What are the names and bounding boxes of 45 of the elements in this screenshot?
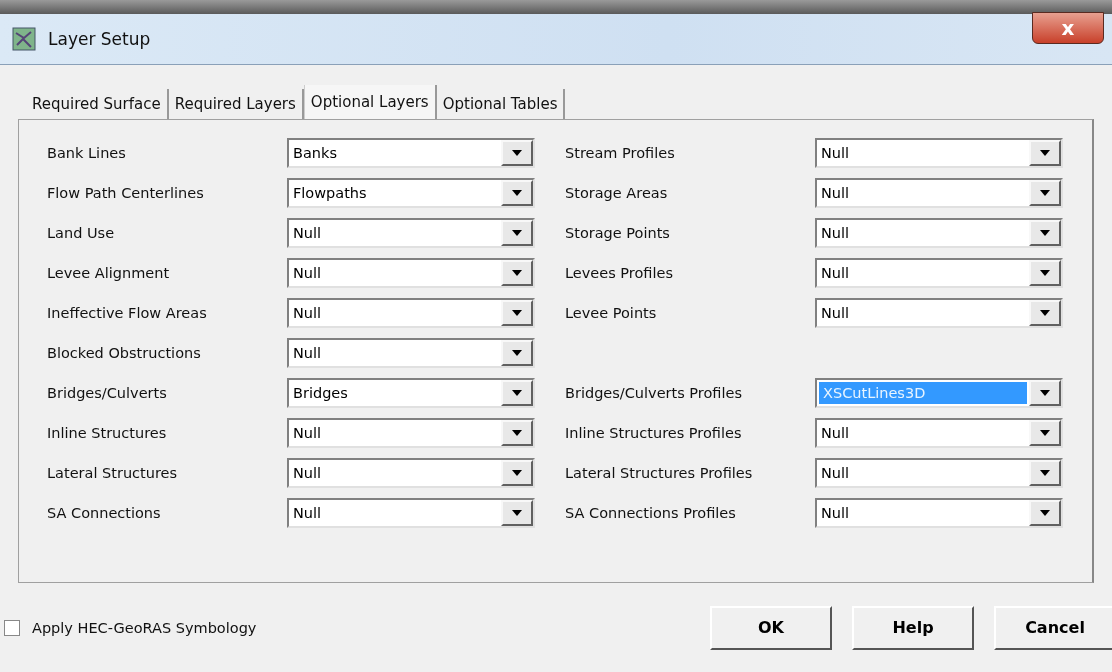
field-label: Levee Points: [565, 305, 658, 321]
dropdown[interactable]: Null: [815, 178, 1063, 208]
dropdown[interactable]: Null: [815, 458, 1063, 488]
dropdown[interactable]: Null: [815, 218, 1063, 248]
dialog-button[interactable]: Cancel: [994, 605, 1112, 650]
dialog-button[interactable]: OK: [710, 605, 832, 650]
tab[interactable]: Optional Layers: [303, 85, 437, 119]
dropdown[interactable]: Null: [815, 418, 1063, 448]
field-label: Bank Lines: [47, 145, 127, 161]
field-label: Storage Points: [565, 225, 671, 241]
checkbox-label: Apply HEC-GeoRAS Symbology: [32, 619, 257, 636]
field-label: Stream Profiles: [565, 145, 676, 161]
field-label: Blocked Obstructions: [47, 345, 202, 361]
dialog-button[interactable]: Help: [852, 605, 974, 650]
dropdown[interactable]: Null: [815, 298, 1063, 328]
field-label: Flow Path Centerlines: [47, 185, 205, 201]
field-label: SA Connections Profiles: [565, 505, 737, 521]
window-title: Layer Setup: [48, 29, 152, 49]
field-label: Bridges/Culverts: [47, 385, 168, 401]
dropdown[interactable]: Null: [287, 458, 535, 488]
app-icon: [12, 27, 36, 51]
field-label: Ineffective Flow Areas: [47, 305, 208, 321]
dropdown[interactable]: Null: [287, 418, 535, 448]
field-label: Inline Structures Profiles: [565, 425, 743, 441]
checkbox[interactable]: [4, 619, 20, 636]
dropdown[interactable]: Null: [287, 258, 535, 288]
field-label: SA Connections: [47, 505, 162, 521]
field-label: Levee Alignment: [47, 265, 171, 281]
field-label: Storage Areas: [565, 185, 669, 201]
field-label: Bridges/Culverts Profiles: [565, 385, 743, 401]
dropdown[interactable]: Flowpaths: [287, 178, 535, 208]
dropdown[interactable]: Null: [815, 258, 1063, 288]
dropdown[interactable]: Null: [287, 298, 535, 328]
field-label: Lateral Structures Profiles: [565, 465, 754, 481]
dropdown[interactable]: Null: [287, 498, 535, 528]
dropdown[interactable]: Null: [287, 338, 535, 368]
field-label: Levees Profiles: [565, 265, 674, 281]
field-label: Inline Structures: [47, 425, 168, 441]
dropdown[interactable]: Null: [815, 498, 1063, 528]
dropdown[interactable]: Null: [815, 138, 1063, 168]
field-label: Land Use: [47, 225, 116, 241]
dropdown[interactable]: Bridges: [287, 378, 535, 408]
dropdown[interactable]: Banks: [287, 138, 535, 168]
field-label: Lateral Structures: [47, 465, 179, 481]
dropdown[interactable]: Null: [287, 218, 535, 248]
